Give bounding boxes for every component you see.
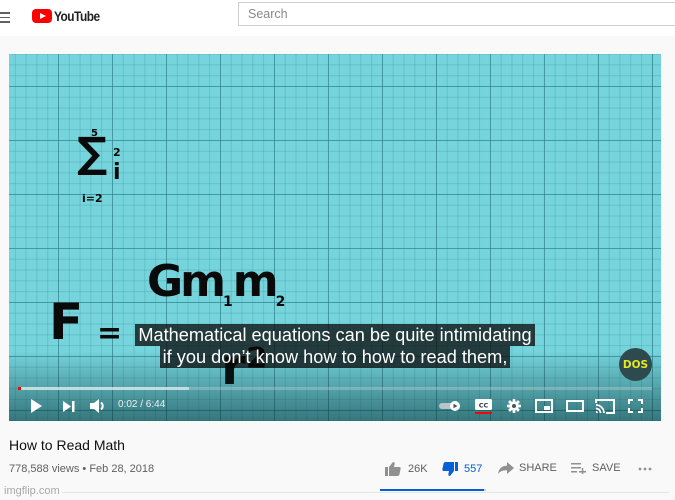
cast-button[interactable] [594, 395, 616, 417]
settings-button[interactable] [506, 395, 522, 417]
fullscreen-icon [627, 399, 643, 413]
logo-text: YouTube [54, 8, 100, 24]
sigma-symbol: ∑ [77, 128, 108, 177]
view-count: 778,588 views [9, 463, 80, 475]
theater-icon [566, 400, 584, 412]
sigma-term: i [113, 160, 121, 185]
hamburger-menu-icon[interactable] [0, 10, 10, 24]
like-count: 26K [408, 463, 428, 475]
formula-numerator: Gm1m2 [147, 258, 285, 326]
numerator-sub2: 2 [275, 293, 286, 310]
imgflip-watermark: imgflip.com [4, 485, 62, 497]
channel-watermark[interactable]: DOS [619, 348, 652, 381]
search-input[interactable] [239, 3, 675, 25]
save-label: SAVE [592, 462, 621, 474]
sentiment-bar-like-fill [380, 489, 484, 491]
numerator-sub1: 1 [222, 293, 233, 310]
volume-icon [90, 399, 104, 413]
save-button[interactable]: SAVE [571, 462, 621, 474]
progress-bar[interactable] [18, 387, 652, 390]
search-box[interactable] [238, 2, 675, 26]
youtube-logo[interactable]: YouTube [32, 7, 108, 25]
play-icon [30, 399, 42, 413]
numerator-m2: m [232, 256, 279, 307]
sentiment-bar [380, 489, 486, 491]
progress-played [18, 387, 22, 390]
actions-bar: 26K 557 SHARE SAVE [380, 460, 675, 491]
autoplay-toggle[interactable] [439, 395, 461, 417]
numerator-gm: Gm [147, 256, 226, 307]
svg-text:CC: CC [478, 401, 488, 409]
playlist-add-icon [571, 463, 586, 474]
miniplayer-button[interactable] [534, 395, 554, 417]
metadata-separator: • [82, 463, 87, 475]
progress-loaded [18, 387, 190, 390]
video-metadata: 778,588 views • Feb 28, 2018 [9, 463, 154, 475]
next-button[interactable] [61, 395, 77, 417]
info-divider [57, 492, 669, 493]
dislike-count: 557 [464, 463, 483, 475]
player-controls: 0:02 / 6:44 CC [9, 395, 661, 419]
share-button[interactable]: SHARE [498, 462, 557, 474]
autoplay-toggle-icon [439, 401, 460, 411]
caption-line-1: Mathematical equations can be quite inti… [135, 324, 535, 346]
miniplayer-icon [535, 399, 553, 413]
volume-button[interactable] [89, 395, 107, 417]
next-icon [63, 400, 75, 412]
sigma-exponent: 2 [113, 146, 121, 159]
publish-date: Feb 28, 2018 [89, 463, 155, 475]
play-button[interactable] [27, 395, 45, 417]
sigma-lower-limit: i=2 [82, 192, 103, 205]
share-arrow-icon [498, 462, 514, 474]
thumbs-up-icon [385, 462, 401, 476]
fullscreen-button[interactable] [626, 395, 644, 417]
thumbs-down-icon [442, 462, 458, 476]
gear-icon [507, 399, 521, 413]
top-bar: YouTube [0, 0, 675, 36]
more-actions-button[interactable] [638, 462, 652, 476]
video-player[interactable]: 5 ∑ 2 i i=2 Gm1m2 F = r² Mathematical eq… [9, 54, 661, 421]
video-title: How to Read Math [9, 437, 125, 453]
cast-icon [595, 398, 615, 414]
more-horizontal-icon [638, 467, 652, 471]
caption-line-2: if you don’t know how to how to read the… [159, 346, 511, 368]
like-button[interactable]: 26K [385, 462, 428, 476]
theater-mode-button[interactable] [565, 395, 585, 417]
cc-icon: CC [474, 398, 492, 414]
dislike-button[interactable]: 557 [442, 462, 482, 476]
time-display: 0:02 / 6:44 [118, 399, 166, 410]
caption-window: Mathematical equations can be quite inti… [9, 324, 661, 368]
youtube-play-badge-icon [32, 9, 52, 23]
captions-button[interactable]: CC [474, 395, 492, 417]
share-label: SHARE [519, 462, 557, 474]
